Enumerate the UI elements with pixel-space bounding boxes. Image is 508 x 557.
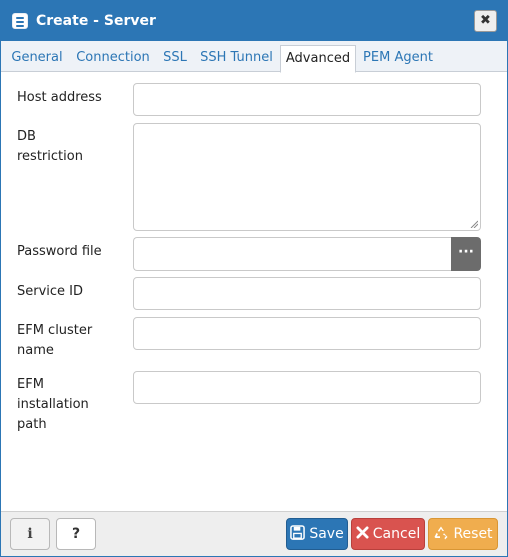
close-button[interactable]: ✖ — [474, 10, 497, 32]
tab-bar: General Connection SSL SSH Tunnel Advanc… — [1, 41, 507, 73]
browse-button[interactable]: ··· — [451, 237, 481, 271]
efm-cluster-name-label-line1: EFM cluster — [17, 323, 93, 338]
tab-general[interactable]: General — [7, 45, 67, 73]
db-restriction-label-line1: DB — [17, 129, 36, 144]
close-icon: ✖ — [480, 13, 491, 28]
efm-cluster-name-label: EFM cluster name — [17, 321, 127, 361]
db-restriction-textarea[interactable] — [133, 123, 481, 231]
efm-installation-path-input[interactable] — [133, 371, 481, 404]
db-restriction-label: DB restriction — [17, 127, 127, 167]
efm-cluster-name-label-line2: name — [17, 343, 54, 358]
db-restriction-label-line2: restriction — [17, 149, 83, 164]
password-file-label: Password file — [17, 244, 102, 259]
floppy-disk-icon — [290, 525, 306, 540]
efm-installation-path-label-line2: installation — [17, 397, 89, 412]
reset-button-label: Reset — [453, 526, 493, 542]
dialog-titlebar[interactable]: Create - Server ✖ — [1, 1, 507, 41]
help-button[interactable]: ? — [56, 518, 96, 550]
dialog-title: Create - Server — [36, 13, 156, 29]
tab-ssh-tunnel[interactable]: SSH Tunnel — [196, 45, 277, 73]
tab-pem-agent[interactable]: PEM Agent — [361, 45, 435, 73]
info-icon: i — [27, 526, 33, 542]
tab-ssl[interactable]: SSL — [159, 45, 191, 73]
help-icon: ? — [71, 526, 81, 542]
cancel-button[interactable]: Cancel — [351, 518, 425, 550]
resize-grip-icon[interactable] — [470, 220, 478, 228]
efm-cluster-name-input[interactable] — [133, 317, 481, 350]
tab-advanced[interactable]: Advanced — [280, 45, 356, 73]
save-button[interactable]: Save — [286, 518, 348, 550]
save-button-label: Save — [309, 526, 344, 542]
service-id-input[interactable] — [133, 277, 481, 310]
server-icon — [12, 13, 28, 29]
x-icon — [356, 526, 369, 539]
recycle-icon — [434, 526, 448, 539]
create-server-dialog: Create - Server ✖ General Connection SSL… — [0, 0, 508, 557]
service-id-label: Service ID — [17, 284, 84, 299]
reset-button[interactable]: Reset — [428, 518, 498, 550]
host-address-label: Host address — [17, 90, 102, 105]
tab-connection[interactable]: Connection — [72, 45, 154, 73]
efm-installation-path-label: EFM installation path — [17, 375, 127, 435]
host-address-input[interactable] — [133, 83, 481, 116]
info-button[interactable]: i — [10, 518, 50, 550]
cancel-button-label: Cancel — [372, 526, 421, 542]
efm-installation-path-label-line3: path — [17, 417, 47, 432]
efm-installation-path-label-line1: EFM — [17, 377, 44, 392]
ellipsis-icon: ··· — [458, 244, 474, 260]
dialog-footer: i ? Save Cancel Reset — [1, 511, 507, 556]
password-file-input[interactable] — [133, 237, 451, 271]
